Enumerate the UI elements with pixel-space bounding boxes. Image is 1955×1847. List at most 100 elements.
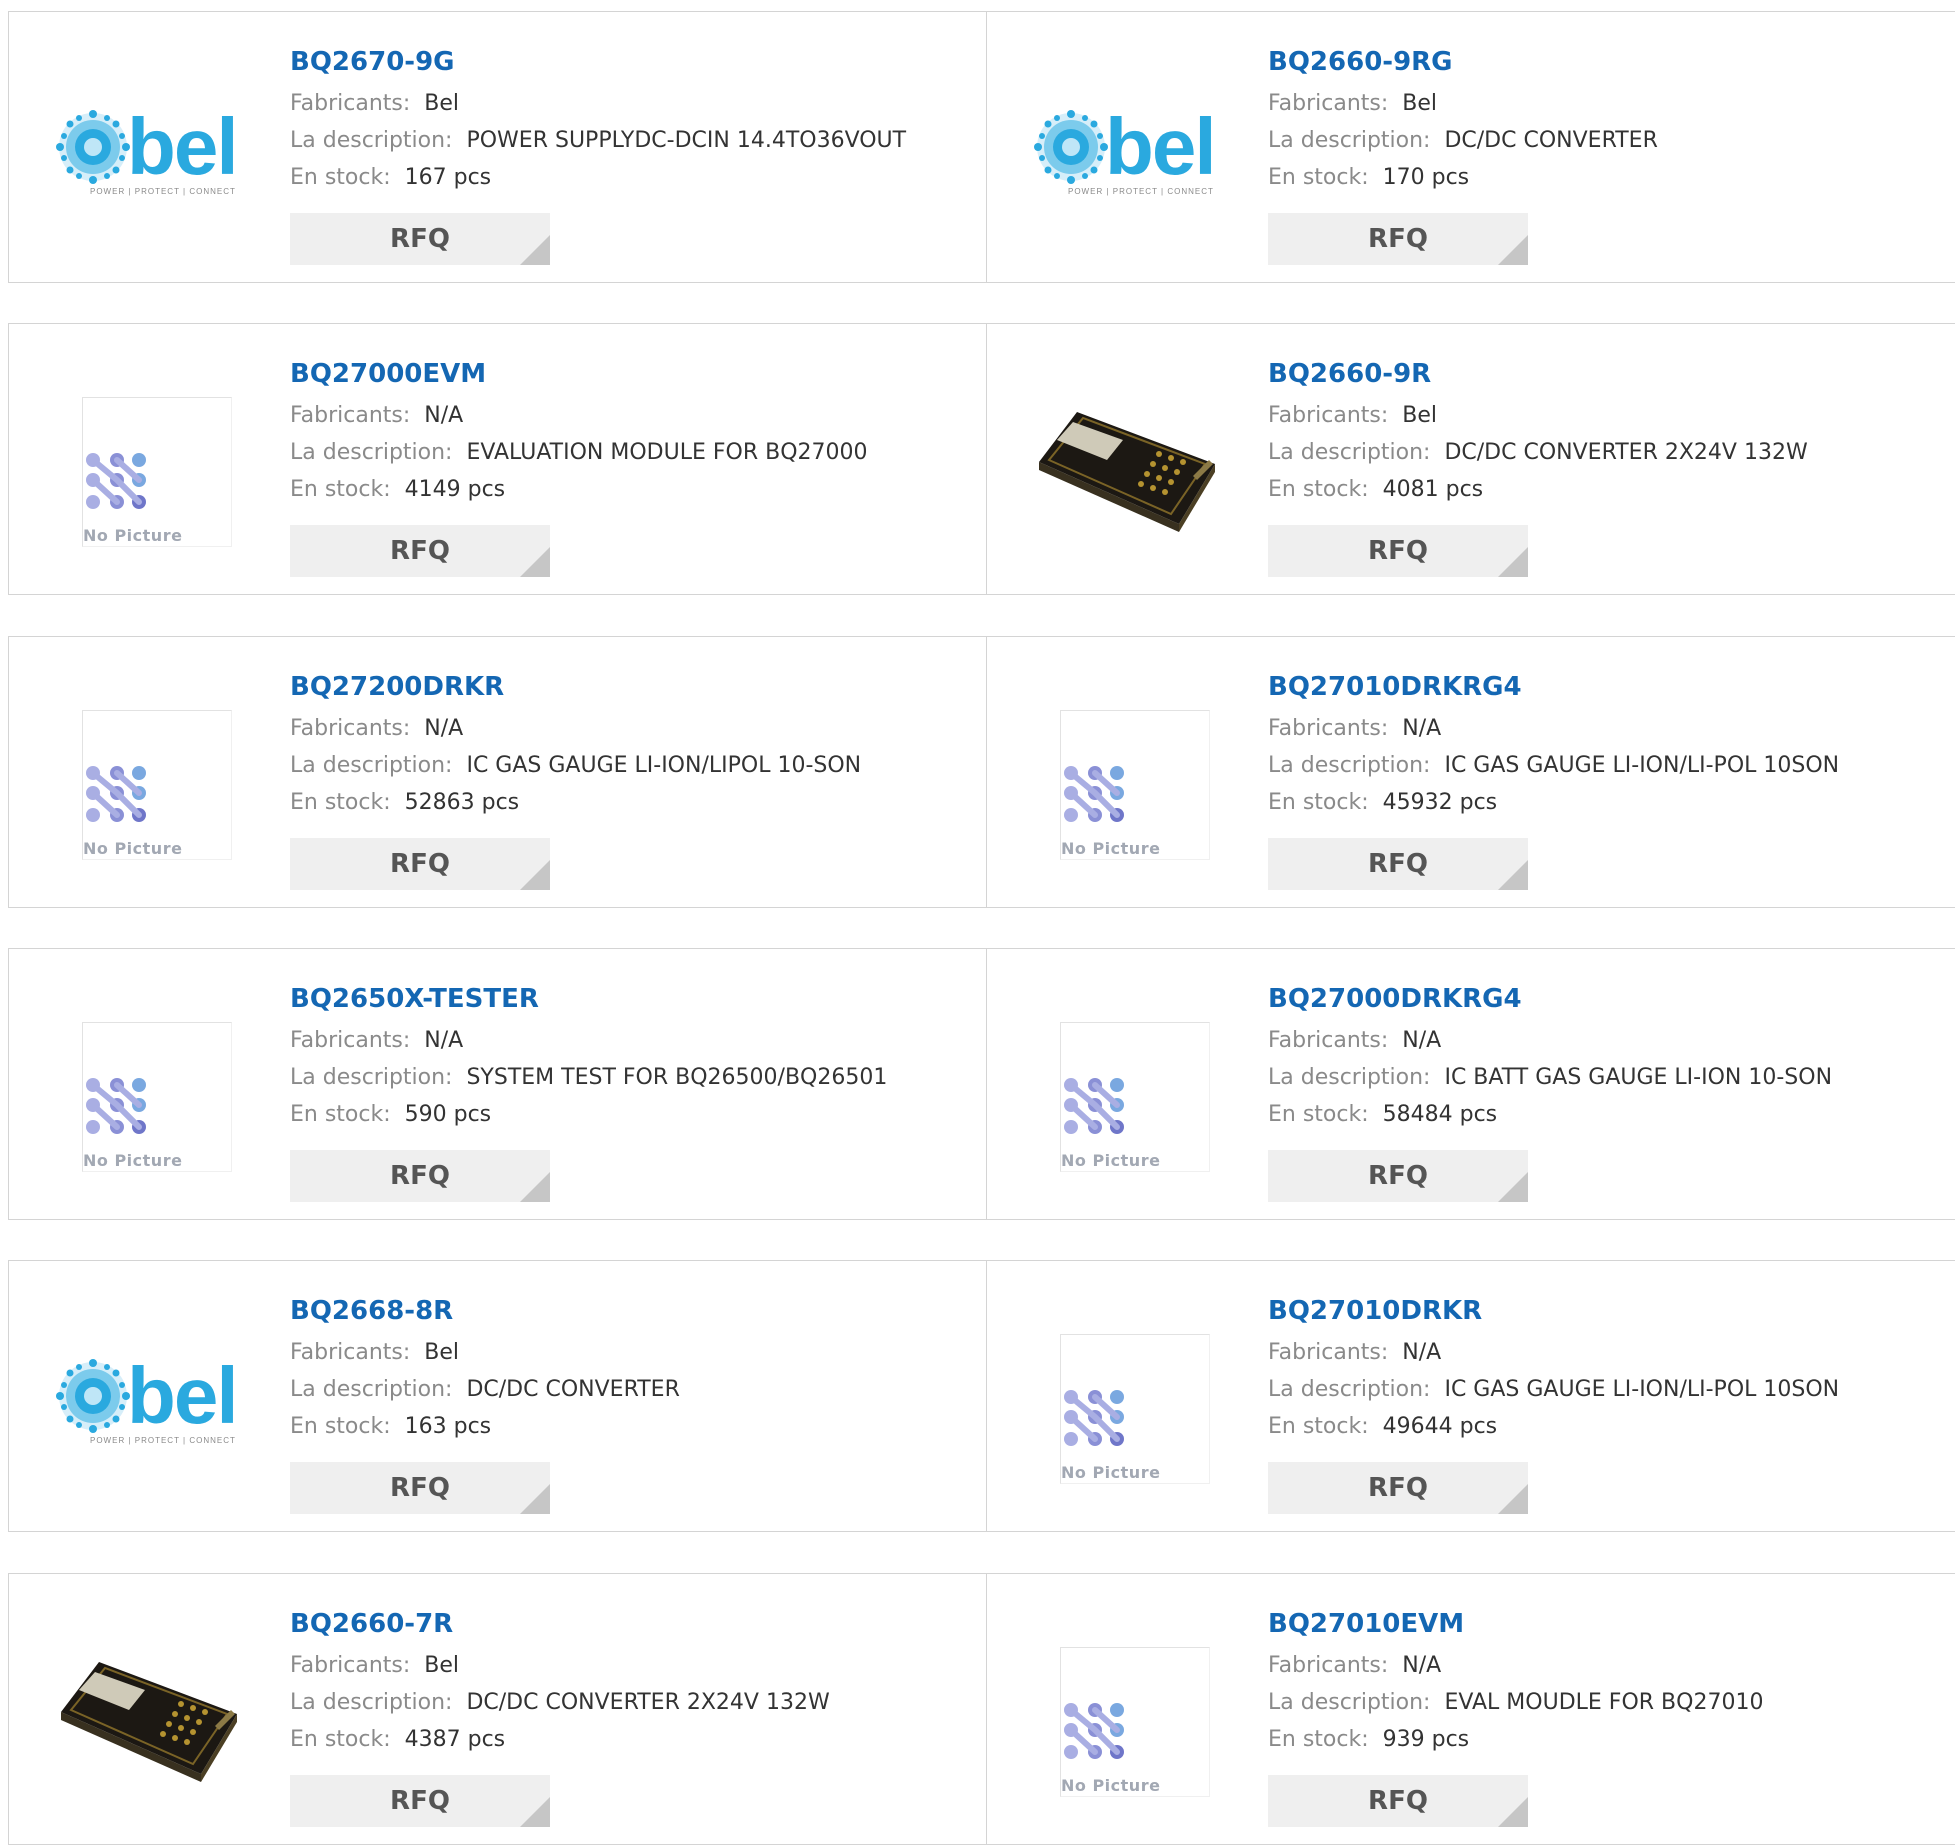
rfq-button[interactable]: RFQ — [290, 1775, 550, 1827]
rfq-corner-decoration — [520, 1484, 550, 1514]
product-image[interactable]: bel POWER | PROTECT | CONNECT — [49, 1301, 249, 1501]
manufacturer-row: Fabricants: N/A — [290, 400, 970, 437]
rfq-corner-decoration — [1498, 860, 1528, 890]
description-row: La description: EVALUATION MODULE FOR BQ2… — [290, 437, 970, 474]
rfq-button[interactable]: RFQ — [1268, 838, 1528, 890]
rfq-button[interactable]: RFQ — [1268, 1462, 1528, 1514]
rfq-corner-decoration — [520, 547, 550, 577]
bel-tagline: POWER | PROTECT | CONNECT — [90, 187, 236, 196]
stock-value: 49644 pcs — [1382, 1414, 1498, 1439]
description-label: La description: — [290, 753, 453, 778]
stock-row: En stock: 590 pcs — [290, 1099, 970, 1136]
product-image[interactable]: bel POWER | PROTECT | CONNECT — [49, 52, 249, 252]
part-number-link[interactable]: BQ2660-9R — [1268, 358, 1948, 390]
rfq-button[interactable]: RFQ — [290, 525, 550, 577]
rfq-label: RFQ — [1368, 849, 1428, 879]
rfq-button[interactable]: RFQ — [1268, 1775, 1528, 1827]
bel-logo: bel POWER | PROTECT | CONNECT — [56, 1351, 239, 1445]
part-number-link[interactable]: BQ27010EVM — [1268, 1608, 1948, 1640]
stock-label: En stock: — [1268, 790, 1369, 815]
bel-logo: bel POWER | PROTECT | CONNECT — [56, 102, 239, 196]
rfq-corner-decoration — [1498, 1172, 1528, 1202]
stock-row: En stock: 170 pcs — [1268, 162, 1948, 199]
part-number-link[interactable]: BQ2668-8R — [290, 1295, 970, 1327]
rfq-label: RFQ — [390, 536, 450, 566]
bel-logo: bel POWER | PROTECT | CONNECT — [1034, 102, 1217, 196]
description-value: POWER SUPPLYDC-DCIN 14.4TO36VOUT — [466, 128, 907, 153]
product-card: No Picture BQ27000EVM Fabricants: N/A La … — [8, 323, 987, 595]
rfq-label: RFQ — [390, 224, 450, 254]
description-row: La description: POWER SUPPLYDC-DCIN 14.4T… — [290, 125, 970, 162]
product-image[interactable]: No Picture — [1027, 989, 1227, 1189]
rfq-label: RFQ — [390, 1473, 450, 1503]
manufacturer-value: N/A — [1402, 716, 1442, 741]
rfq-corner-decoration — [520, 1172, 550, 1202]
part-number-link[interactable]: BQ27010DRKRG4 — [1268, 671, 1948, 703]
description-value: EVALUATION MODULE FOR BQ27000 — [466, 440, 868, 465]
stock-label: En stock: — [290, 477, 391, 502]
no-picture-label: No Picture — [1061, 1151, 1165, 1170]
product-image[interactable] — [49, 1614, 249, 1814]
manufacturer-label: Fabricants: — [1268, 1653, 1389, 1678]
no-picture-icon — [86, 766, 146, 822]
rfq-button[interactable]: RFQ — [290, 1462, 550, 1514]
product-image[interactable] — [1027, 364, 1227, 564]
description-label: La description: — [290, 1065, 453, 1090]
product-card: No Picture BQ27000DRKRG4 Fabricants: N/A … — [986, 948, 1955, 1220]
product-image[interactable]: No Picture — [49, 677, 249, 877]
product-row: No Picture BQ27200DRKR Fabricants: N/A La… — [8, 636, 1955, 910]
rfq-label: RFQ — [390, 1786, 450, 1816]
no-picture-icon — [86, 453, 146, 509]
product-info: BQ27010DRKRG4 Fabricants: N/A La descript… — [1268, 671, 1948, 824]
part-number-link[interactable]: BQ27000DRKRG4 — [1268, 983, 1948, 1015]
part-number-link[interactable]: BQ2650X-TESTER — [290, 983, 970, 1015]
product-image[interactable]: No Picture — [1027, 677, 1227, 877]
product-row: BQ2660-7R Fabricants: Bel La description:… — [8, 1573, 1955, 1847]
product-card: No Picture BQ27010DRKR Fabricants: N/A La… — [986, 1260, 1955, 1532]
part-number-link[interactable]: BQ27000EVM — [290, 358, 970, 390]
description-value: IC BATT GAS GAUGE LI-ION 10-SON — [1444, 1065, 1833, 1090]
part-number-link[interactable]: BQ2660-9RG — [1268, 46, 1948, 78]
no-picture-placeholder: No Picture — [1060, 1334, 1210, 1484]
no-picture-icon — [1064, 1078, 1124, 1134]
description-label: La description: — [1268, 1377, 1431, 1402]
stock-label: En stock: — [1268, 1102, 1369, 1127]
rfq-corner-decoration — [1498, 1797, 1528, 1827]
no-picture-icon — [86, 1078, 146, 1134]
rfq-button[interactable]: RFQ — [1268, 1150, 1528, 1202]
product-card: bel POWER | PROTECT | CONNECT BQ2668-8R … — [8, 1260, 987, 1532]
stock-row: En stock: 58484 pcs — [1268, 1099, 1948, 1136]
product-image[interactable]: No Picture — [49, 989, 249, 1189]
rfq-corner-decoration — [1498, 235, 1528, 265]
description-label: La description: — [1268, 1690, 1431, 1715]
rfq-corner-decoration — [1498, 547, 1528, 577]
part-number-link[interactable]: BQ2670-9G — [290, 46, 970, 78]
description-label: La description: — [290, 440, 453, 465]
rfq-button[interactable]: RFQ — [290, 213, 550, 265]
product-info: BQ27010EVM Fabricants: N/A La description… — [1268, 1608, 1948, 1761]
rfq-label: RFQ — [1368, 1786, 1428, 1816]
product-image[interactable]: No Picture — [1027, 1301, 1227, 1501]
rfq-label: RFQ — [1368, 1473, 1428, 1503]
rfq-button[interactable]: RFQ — [1268, 525, 1528, 577]
part-number-link[interactable]: BQ27010DRKR — [1268, 1295, 1948, 1327]
product-info: BQ2670-9G Fabricants: Bel La description:… — [290, 46, 970, 199]
no-picture-placeholder: No Picture — [82, 1022, 232, 1172]
no-picture-icon — [1064, 1390, 1124, 1446]
manufacturer-value: Bel — [1402, 91, 1438, 116]
manufacturer-value: N/A — [1402, 1028, 1442, 1053]
manufacturer-value: Bel — [424, 1653, 460, 1678]
rfq-button[interactable]: RFQ — [1268, 213, 1528, 265]
description-row: La description: DC/DC CONVERTER — [290, 1374, 970, 1411]
part-number-link[interactable]: BQ27200DRKR — [290, 671, 970, 703]
stock-value: 4387 pcs — [404, 1727, 506, 1752]
description-label: La description: — [290, 1690, 453, 1715]
rfq-button[interactable]: RFQ — [290, 838, 550, 890]
product-image[interactable]: No Picture — [1027, 1614, 1227, 1814]
manufacturer-row: Fabricants: Bel — [1268, 88, 1948, 125]
product-image[interactable]: No Picture — [49, 364, 249, 564]
description-value: DC/DC CONVERTER 2X24V 132W — [1444, 440, 1808, 465]
rfq-button[interactable]: RFQ — [290, 1150, 550, 1202]
part-number-link[interactable]: BQ2660-7R — [290, 1608, 970, 1640]
product-image[interactable]: bel POWER | PROTECT | CONNECT — [1027, 52, 1227, 252]
